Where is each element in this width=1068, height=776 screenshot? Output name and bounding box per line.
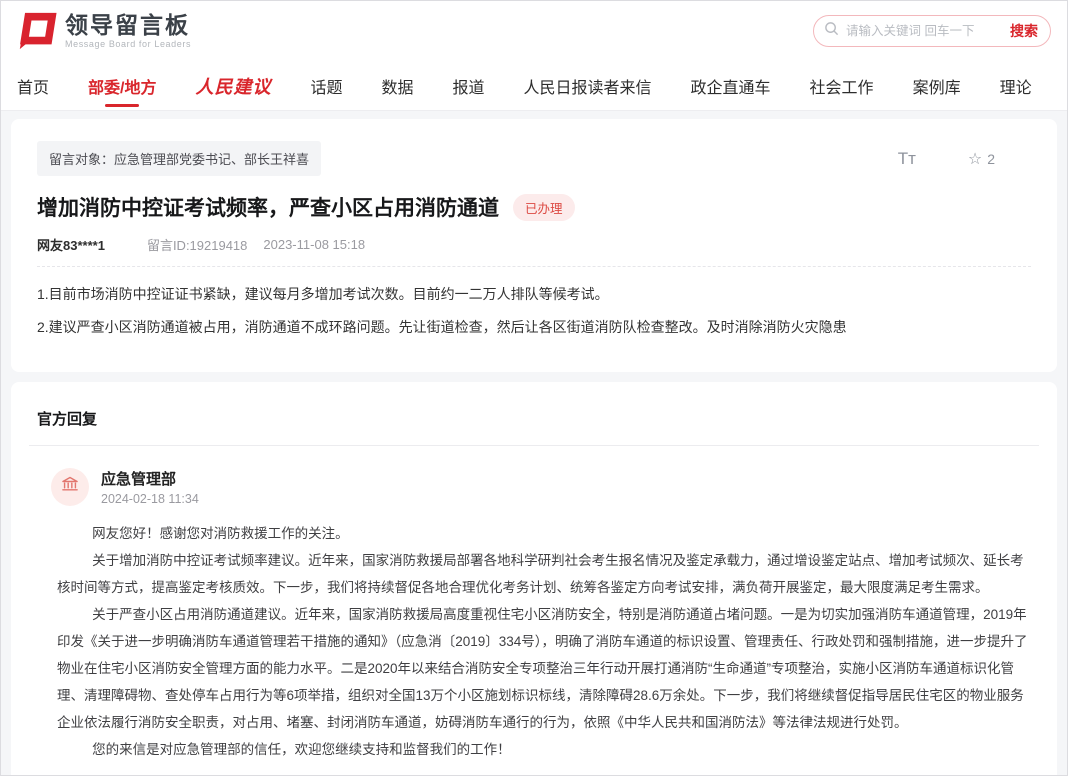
nav-item-home[interactable]: 首页 <box>17 61 49 111</box>
reply-date: 2024-02-18 11:34 <box>101 492 199 506</box>
search-input[interactable] <box>846 24 1010 38</box>
site-subtitle: Message Board for Leaders <box>65 39 191 49</box>
nav-item-reader-letters[interactable]: 人民日报读者来信 <box>524 61 652 111</box>
logo-text: 领导留言板 Message Board for Leaders <box>65 13 191 49</box>
reply-body: 网友您好！感谢您对消防救援工作的关注。 关于增加消防中控证考试频率建议。近年来，… <box>57 520 1031 763</box>
reply-paragraph: 网友您好！感谢您对消防救援工作的关注。 <box>57 520 1031 547</box>
divider <box>29 445 1039 446</box>
favorite-count: 2 <box>987 151 995 167</box>
reply-paragraph: 您的来信是对应急管理部的信任，欢迎您继续支持和监督我们的工作！ <box>57 736 1031 763</box>
top-bar: 领导留言板 Message Board for Leaders 搜索 <box>1 1 1067 61</box>
message-card: 留言对象：应急管理部党委书记、部长王祥喜 Tт ☆ 2 增加消防中控证考试频率，… <box>11 119 1057 372</box>
message-target-tag: 留言对象：应急管理部党委书记、部长王祥喜 <box>37 141 321 176</box>
message-board-logo-icon <box>15 10 57 52</box>
reply-paragraph: 关于严查小区占用消防通道建议。近年来，国家消防救援局高度重视住宅小区消防安全，特… <box>57 601 1031 736</box>
main-nav: 首页 部委/地方 人民建议 话题 数据 报道 人民日报读者来信 政企直通车 社会… <box>1 61 1067 111</box>
message-paragraph: 2.建议严查小区消防通道被占用，消防通道不成环路问题。先让街道检查，然后让各区街… <box>37 316 1031 338</box>
search-button[interactable]: 搜索 <box>1010 21 1038 41</box>
message-title: 增加消防中控证考试频率，严查小区占用消防通道 <box>37 192 499 222</box>
status-badge: 已办理 <box>513 194 575 221</box>
font-size-icon[interactable]: Tт <box>898 149 916 169</box>
divider <box>37 266 1031 267</box>
star-icon: ☆ <box>968 149 982 169</box>
nav-item-theory[interactable]: 理论 <box>1000 61 1032 111</box>
government-building-icon <box>60 474 80 499</box>
message-id: 留言ID:19219418 <box>147 235 247 254</box>
content-area: 留言对象：应急管理部党委书记、部长王祥喜 Tт ☆ 2 增加消防中控证考试频率，… <box>1 111 1067 775</box>
agency-avatar <box>51 468 89 506</box>
nav-item-peoples-suggestions[interactable]: 人民建议 <box>195 60 271 112</box>
site-title: 领导留言板 <box>65 13 191 38</box>
nav-item-reports[interactable]: 报道 <box>453 61 485 111</box>
nav-item-topics[interactable]: 话题 <box>310 61 342 111</box>
reply-section-title: 官方回复 <box>37 404 1031 445</box>
page: 领导留言板 Message Board for Leaders 搜索 首页 部委… <box>0 0 1068 776</box>
favorite-button[interactable]: ☆ 2 <box>968 149 995 169</box>
search-icon <box>824 21 839 41</box>
search-box: 搜索 <box>813 15 1051 47</box>
nav-item-ministries-local[interactable]: 部委/地方 <box>88 61 156 111</box>
site-logo[interactable]: 领导留言板 Message Board for Leaders <box>15 10 191 52</box>
message-paragraph: 1.目前市场消防中控证证书紧缺，建议每月多增加考试次数。目前约一二万人排队等候考… <box>37 283 1031 305</box>
message-body: 1.目前市场消防中控证证书紧缺，建议每月多增加考试次数。目前约一二万人排队等候考… <box>37 283 1031 339</box>
nav-item-case-library[interactable]: 案例库 <box>913 61 961 111</box>
nav-item-social-work[interactable]: 社会工作 <box>810 61 874 111</box>
nav-item-data[interactable]: 数据 <box>381 61 413 111</box>
official-reply-card: 官方回复 应急管理部 <box>11 382 1057 775</box>
reply-paragraph: 关于增加消防中控证考试频率建议。近年来，国家消防救援局部署各地科学研判社会考生报… <box>57 547 1031 601</box>
reply-agency-name: 应急管理部 <box>101 468 199 489</box>
message-date: 2023-11-08 15:18 <box>263 237 365 252</box>
nav-item-gov-enterprise[interactable]: 政企直通车 <box>691 61 771 111</box>
message-author: 网友83****1 <box>37 235 105 254</box>
